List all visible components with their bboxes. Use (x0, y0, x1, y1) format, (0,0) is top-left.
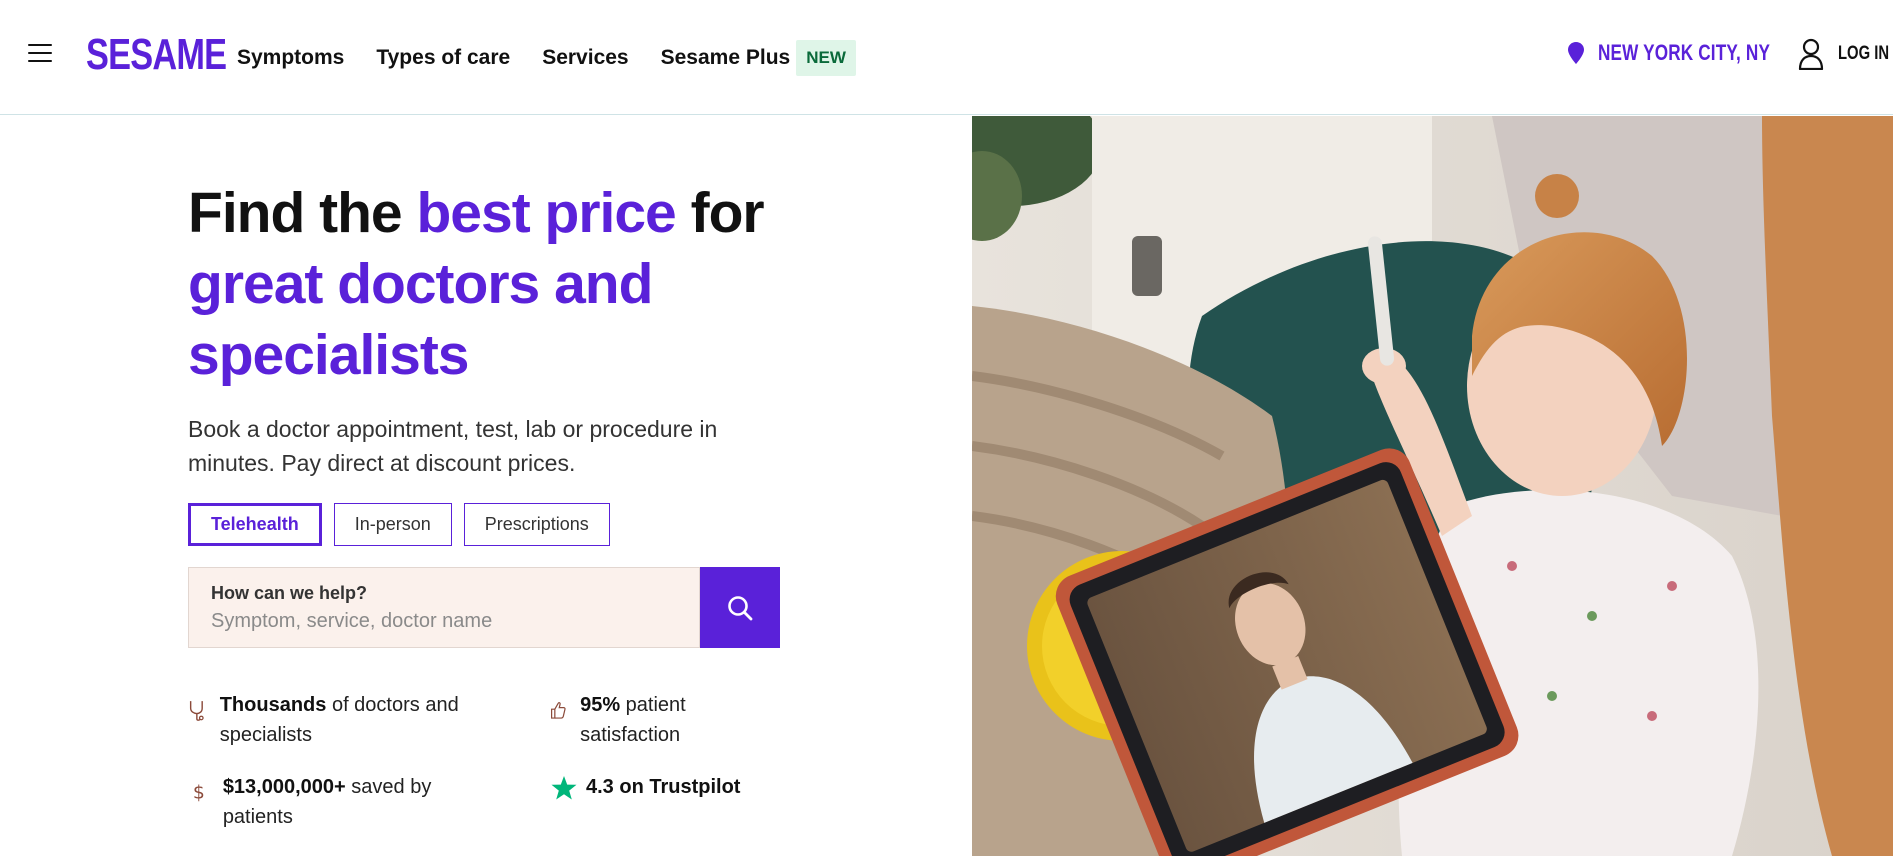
svg-text:$: $ (193, 783, 205, 804)
site-header: SESAME Symptoms Types of care Services S… (0, 0, 1893, 115)
headline-part-2: for (675, 181, 765, 245)
nav-sesame-plus[interactable]: Sesame Plus (661, 43, 791, 73)
star-icon (551, 776, 577, 800)
user-icon (1798, 38, 1824, 70)
search-field[interactable]: How can we help? (188, 567, 700, 648)
nav-services[interactable]: Services (542, 43, 628, 73)
hamburger-menu-icon[interactable] (28, 44, 52, 64)
stat-doctors-strong: Thousands (219, 694, 327, 716)
main-nav: Symptoms Types of care Services Sesame P… (237, 40, 856, 76)
search-label: How can we help? (211, 583, 368, 603)
nav-symptoms[interactable]: Symptoms (237, 43, 344, 73)
stat-doctors: Thousands of doctors and specialists (188, 690, 518, 750)
hero-headline: Find the best price for great doctors an… (188, 178, 808, 391)
stat-satisfaction-strong: 95% (580, 694, 621, 716)
thumbs-up-icon (551, 702, 566, 719)
login-link[interactable]: LOG IN (1798, 38, 1893, 70)
stat-trustpilot: 4.3 on Trustpilot (550, 772, 780, 802)
search-bar: How can we help? (188, 567, 780, 648)
stethoscope-icon (189, 701, 204, 721)
stat-savings-strong: $13,000,000+ (222, 776, 346, 798)
new-badge: NEW (796, 40, 856, 76)
nav-types-of-care[interactable]: Types of care (376, 43, 510, 73)
stat-trustpilot-strong: 4.3 on (586, 776, 644, 798)
map-pin-icon (1568, 42, 1584, 64)
tab-prescriptions[interactable]: Prescriptions (463, 503, 610, 546)
telehealth-family-image (972, 116, 1893, 856)
stat-satisfaction: 95% patient satisfaction (550, 690, 750, 750)
hero-subtitle: Book a doctor appointment, test, lab or … (188, 416, 718, 476)
tab-in-person[interactable]: In-person (333, 503, 452, 546)
headline-accent-1: best price (416, 181, 676, 245)
headline-part-1: Find the (188, 181, 417, 245)
headline-accent-2: great doctors and specialists (188, 252, 653, 387)
dollar-icon: $ (193, 783, 205, 804)
care-type-tabs: Telehealth In-person Prescriptions (188, 503, 622, 546)
search-button[interactable] (700, 567, 780, 648)
stat-trustpilot-rest: Trustpilot (643, 776, 741, 798)
sesame-logo[interactable]: SESAME (86, 30, 227, 80)
tab-telehealth[interactable]: Telehealth (188, 503, 322, 546)
search-input[interactable] (211, 610, 677, 633)
location-label: NEW YORK CITY, NY (1598, 40, 1771, 65)
stat-savings: $ $13,000,000+ saved by patients (190, 772, 490, 832)
hero-photo (972, 116, 1893, 856)
location-selector[interactable]: NEW YORK CITY, NY (1568, 40, 1819, 66)
login-label: LOG IN (1838, 43, 1890, 64)
search-icon (728, 595, 753, 620)
